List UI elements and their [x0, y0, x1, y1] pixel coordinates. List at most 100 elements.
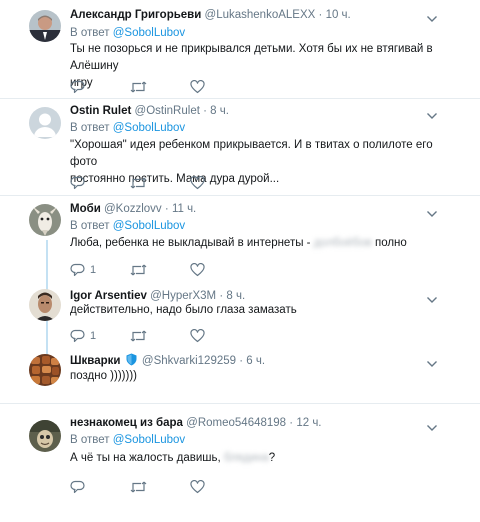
retweet-button[interactable] [130, 79, 152, 95]
author-handle[interactable]: @Shkvarki129259 [142, 355, 236, 367]
reply-to-link[interactable]: @SobolLubov [113, 27, 185, 39]
author-name[interactable]: Ostin Rulet [70, 105, 131, 117]
retweet-icon [130, 330, 147, 342]
tweet-2[interactable]: Ostin Rulet @OstinRulet · 8 ч. В ответ @… [0, 99, 480, 194]
author-handle[interactable]: @OstinRulet [135, 105, 200, 117]
tweet-3[interactable]: Моби @Kozzlovv · 11 ч. В ответ @SobolLub… [0, 196, 480, 280]
tweet-text-main: А чё ты на жалость давишь, [70, 452, 221, 464]
author-name[interactable]: Igor Arsentiev [70, 290, 147, 302]
reply-icon [70, 480, 85, 494]
retweet-button[interactable] [130, 262, 152, 278]
avatar[interactable] [29, 289, 61, 321]
reply-button[interactable] [70, 79, 90, 95]
reply-icon [70, 176, 85, 190]
timestamp[interactable]: 11 ч. [172, 203, 196, 215]
reply-prefix: В ответ [70, 27, 110, 39]
author-handle[interactable]: @LukashenkoALEXX [205, 9, 316, 21]
author-name[interactable]: незнакомец из бара [70, 417, 183, 429]
tweet-actions [70, 79, 410, 95]
retweet-icon [130, 81, 147, 93]
tweet-actions: 1 [70, 328, 410, 344]
retweet-button[interactable] [130, 479, 152, 495]
like-button[interactable] [190, 79, 210, 95]
reply-prefix: В ответ [70, 122, 110, 134]
reply-icon [70, 80, 85, 94]
reply-count: 1 [90, 330, 97, 342]
separator-dot: · [289, 417, 294, 429]
tweet-header: Igor Arsentiev @HyperX3M · 8 ч. [70, 289, 245, 303]
chevron-down-icon[interactable] [426, 206, 438, 217]
tweet-text-end: полно [374, 237, 407, 249]
chevron-down-icon[interactable] [426, 356, 438, 367]
reply-context: В ответ @SobolLubov [70, 26, 185, 40]
reply-context: В ответ @SobolLubov [70, 219, 185, 233]
chevron-down-icon[interactable] [426, 420, 438, 431]
reply-to-link[interactable]: @SobolLubov [113, 434, 185, 446]
tweet-header: Моби @Kozzlovv · 11 ч. [70, 202, 196, 216]
reply-button[interactable] [70, 175, 90, 191]
tweet-6[interactable]: незнакомец из бара @Romeo54648198 · 12 ч… [0, 404, 480, 504]
timestamp[interactable]: 8 ч. [226, 290, 245, 302]
author-name[interactable]: Александр Григорьеви [70, 9, 201, 21]
chevron-down-icon[interactable] [426, 11, 438, 22]
tweet-text-end: ? [268, 452, 276, 464]
tweet-text-line: "Хорошая" идея ребенком прикрывается. И … [70, 139, 433, 168]
separator-dot: · [318, 9, 323, 21]
tweet-1[interactable]: Александр Григорьеви @LukashenkoALEXX · … [0, 0, 480, 94]
tweet-4[interactable]: Igor Arsentiev @HyperX3M · 8 ч. действит… [0, 282, 480, 343]
timestamp[interactable]: 6 ч. [246, 355, 265, 367]
retweet-icon [130, 264, 147, 276]
author-name[interactable]: Моби [70, 203, 101, 215]
chevron-down-icon[interactable] [426, 292, 438, 303]
retweet-button[interactable] [130, 328, 152, 344]
timestamp[interactable]: 8 ч. [210, 105, 229, 117]
heart-icon [190, 176, 205, 190]
avatar[interactable] [29, 10, 61, 42]
tweet-text-line: Ты не позорься и не прикрывался детьми. … [70, 43, 433, 72]
tweet-text: А чё ты на жалость давишь, блядина? [70, 450, 460, 467]
tweet-5[interactable]: Шкварки @Shkvarki129259 · 6 ч. поздно ))… [0, 345, 480, 400]
heart-icon [190, 329, 205, 343]
separator-dot: · [164, 203, 169, 215]
like-button[interactable] [190, 262, 210, 278]
reply-button[interactable] [70, 479, 90, 495]
chevron-down-icon[interactable] [426, 108, 438, 119]
avatar[interactable] [29, 420, 61, 452]
timestamp[interactable]: 12 ч. [296, 417, 321, 429]
avatar[interactable] [29, 354, 61, 386]
retweet-icon [130, 481, 147, 493]
separator-dot: · [203, 105, 207, 117]
tweet-header: Ostin Rulet @OstinRulet · 8 ч. [70, 104, 229, 118]
reply-button[interactable]: 1 [70, 262, 96, 278]
author-name[interactable]: Шкварки [70, 355, 120, 367]
like-button[interactable] [190, 328, 210, 344]
reply-icon [70, 263, 85, 277]
tweet-text-main: Люба, ребенка не выкладывай в интернеты … [70, 237, 311, 249]
timestamp[interactable]: 10 ч. [326, 9, 351, 21]
reply-context: В ответ @SobolLubov [70, 121, 185, 135]
avatar[interactable] [29, 204, 61, 236]
author-handle[interactable]: @Kozzlovv [104, 203, 162, 215]
tweet-text: действительно, надо было глаза замазать [70, 302, 460, 319]
reply-prefix: В ответ [70, 220, 110, 232]
tweet-text: Люба, ребенка не выкладывай в интернеты … [70, 235, 460, 252]
author-handle[interactable]: @Romeo54648198 [186, 417, 286, 429]
reply-button[interactable]: 1 [70, 328, 96, 344]
tweet-actions: 1 [70, 262, 410, 278]
reply-to-link[interactable]: @SobolLubov [113, 220, 185, 232]
reply-prefix: В ответ [70, 434, 110, 446]
heart-icon [190, 80, 205, 94]
avatar[interactable] [29, 107, 61, 139]
tweet-actions [70, 175, 410, 191]
tweet-header: Александр Григорьеви @LukashenkoALEXX · … [70, 8, 351, 22]
tweet-text-blurred: долбоёбов [313, 237, 372, 249]
like-button[interactable] [190, 479, 210, 495]
author-handle[interactable]: @HyperX3M [150, 290, 216, 302]
tweet-text-main: поздно ))))))) [70, 370, 137, 382]
reply-to-link[interactable]: @SobolLubov [113, 122, 185, 134]
tweet-text-main: действительно, надо было глаза замазать [70, 304, 297, 316]
like-button[interactable] [190, 175, 210, 191]
heart-icon [190, 480, 205, 494]
retweet-button[interactable] [130, 175, 152, 191]
heart-icon [190, 263, 205, 277]
